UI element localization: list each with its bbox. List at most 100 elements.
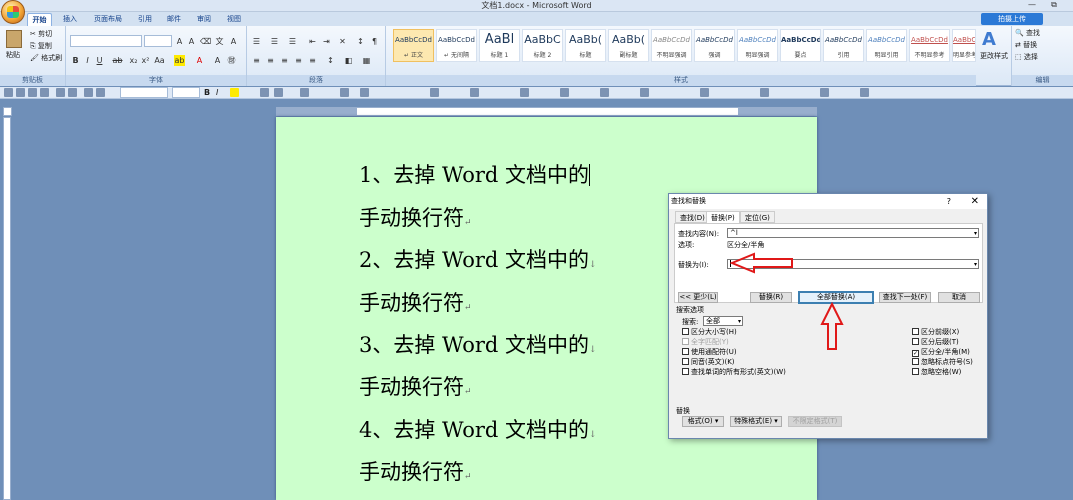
style-item[interactable]: AaBb(标题 [565,29,606,62]
tab-mailings[interactable]: 邮件 [162,13,186,26]
find-next-button[interactable]: 查找下一处(F) [879,292,931,303]
highlight-icon[interactable]: ab [174,55,185,66]
style-item[interactable]: AaBbCcDd 要点 [780,29,821,62]
qat-redo-icon[interactable] [68,88,77,97]
qat-columns-icon[interactable] [560,88,569,97]
tab-replace[interactable]: 替换(P) [706,211,740,223]
shrink-font-icon[interactable]: A [186,36,197,47]
shading-icon[interactable]: ◧ [343,55,354,66]
subscript-icon[interactable]: x₂ [128,55,139,66]
sort-icon[interactable]: ↕ [355,36,366,47]
qat-font-combo[interactable] [120,87,168,98]
qat-more-icon[interactable] [860,88,869,97]
horizontal-ruler[interactable] [276,107,817,116]
dialog-close-button[interactable]: ✕ [971,194,979,209]
sounds-like-checkbox[interactable]: 同音(英文)(K) [682,358,735,367]
qat-bullets-icon[interactable] [260,88,269,97]
tab-review[interactable]: 审阅 [192,13,216,26]
help-button[interactable]: ? [947,194,951,209]
qat-find-icon[interactable] [700,88,709,97]
qat-size-combo[interactable] [172,87,200,98]
tab-goto[interactable]: 定位(G) [740,211,775,223]
decrease-indent-icon[interactable]: ⇤ [307,36,318,47]
style-item[interactable]: AaBbCcDd 明显参考 [952,29,976,62]
tab-references[interactable]: 引用 [133,13,157,26]
qat-numbering-icon[interactable] [274,88,283,97]
qat-italic-icon[interactable]: I [216,88,225,97]
vertical-ruler[interactable] [3,117,11,500]
qat-highlight-icon[interactable] [230,88,239,97]
bold-icon[interactable]: B [70,55,81,66]
align-right-icon[interactable]: ≡ [279,55,290,66]
special-button[interactable]: 特殊格式(E) ▾ [730,416,782,427]
font-color-icon[interactable]: A [194,55,205,66]
qat-align-icon[interactable] [430,88,439,97]
cancel-button[interactable]: 取消 [938,292,980,303]
qat-table-icon[interactable] [340,88,349,97]
change-styles-button[interactable]: 更改样式 [976,52,1012,61]
underline-icon[interactable]: U [94,55,105,66]
style-item[interactable]: AaBbCcDd 明显强调 [737,29,778,62]
qat-shading-icon[interactable] [520,88,529,97]
clear-format-icon[interactable]: ⌫ [200,36,211,47]
justify-icon[interactable]: ≡ [293,55,304,66]
qat-symbol-icon[interactable] [820,88,829,97]
strikethrough-icon[interactable]: ab [112,55,123,66]
bullets-icon[interactable]: ☰ [251,36,262,47]
line-spacing-icon[interactable]: ↕ [325,55,336,66]
format-button[interactable]: 格式(O) ▾ [682,416,724,427]
qat-text-icon[interactable] [96,88,105,97]
tab-insert[interactable]: 插入 [58,13,82,26]
qat-undo-icon[interactable] [56,88,65,97]
share-button[interactable]: 拍摄上传 [981,13,1043,25]
change-case-icon[interactable]: Aa [154,55,165,66]
style-item[interactable]: AaBbCcDd 不明显强调 [651,29,692,62]
qat-print-icon[interactable] [28,88,37,97]
tab-find[interactable]: 查找(D) [675,211,710,223]
match-case-checkbox[interactable]: 区分大小写(H) [682,328,737,337]
numbering-icon[interactable]: ☰ [269,36,280,47]
tab-view[interactable]: 视图 [222,13,246,26]
style-item[interactable]: AaBbC 标题 2 [522,29,563,62]
qat-size-icon[interactable] [640,88,649,97]
show-marks-icon[interactable]: ¶ [369,36,380,47]
match-prefix-checkbox[interactable]: 区分前缀(X) [912,328,959,337]
wildcards-checkbox[interactable]: 使用通配符(U) [682,348,737,357]
tab-page-layout[interactable]: 页面布局 [88,13,128,26]
search-direction-select[interactable]: 全部 ▾ [703,316,743,326]
chevron-down-icon[interactable]: ▾ [974,229,977,238]
qat-indent-icon[interactable] [300,88,309,97]
all-word-forms-checkbox[interactable]: 查找单词的所有形式(英文)(W) [682,368,786,377]
style-item[interactable]: AaBbCcDd 强调 [694,29,735,62]
tab-home[interactable]: 开始 [27,13,52,26]
minimize-button[interactable]: — [1021,0,1043,11]
multilevel-list-icon[interactable]: ☰ [287,36,298,47]
qat-preview-icon[interactable] [40,88,49,97]
cut-button[interactable]: ✂ 剪切 [30,30,52,39]
align-center-icon[interactable]: ≡ [265,55,276,66]
office-button[interactable] [1,0,25,24]
restore-button[interactable]: ⧉ [1043,0,1065,11]
select-button[interactable]: ⬚ 选择 [1015,53,1038,62]
style-item[interactable]: AaBb(副标题 [608,29,649,62]
replace-button[interactable]: 替换(R) [750,292,792,303]
style-item[interactable]: AaBl 标题 1 [479,29,520,62]
less-button[interactable]: << 更少(L) [678,292,718,303]
copy-button[interactable]: ⎘ 复制 [30,42,52,51]
style-item[interactable]: AaBbCcDd ↵ 正文 [393,29,434,62]
qat-picture-icon[interactable] [360,88,369,97]
style-item[interactable]: AaBbCcDd 明显引用 [866,29,907,62]
qat-border-icon[interactable] [470,88,479,97]
font-name-combo[interactable] [70,35,142,47]
italic-icon[interactable]: I [82,55,93,66]
enclose-char-icon[interactable]: ㊖ [226,55,237,66]
chevron-down-icon[interactable]: ▾ [738,317,741,326]
align-left-icon[interactable]: ≡ [251,55,262,66]
superscript-icon[interactable]: x² [140,55,151,66]
char-shading-icon[interactable]: A [212,55,223,66]
match-width-checkbox[interactable]: ✓ 区分全/半角(M) [912,348,970,357]
char-border-icon[interactable]: A [228,36,239,47]
borders-icon[interactable]: ▦ [361,55,372,66]
paste-button[interactable]: 粘贴 [6,51,20,60]
phonetic-icon[interactable]: 文 [214,36,225,47]
